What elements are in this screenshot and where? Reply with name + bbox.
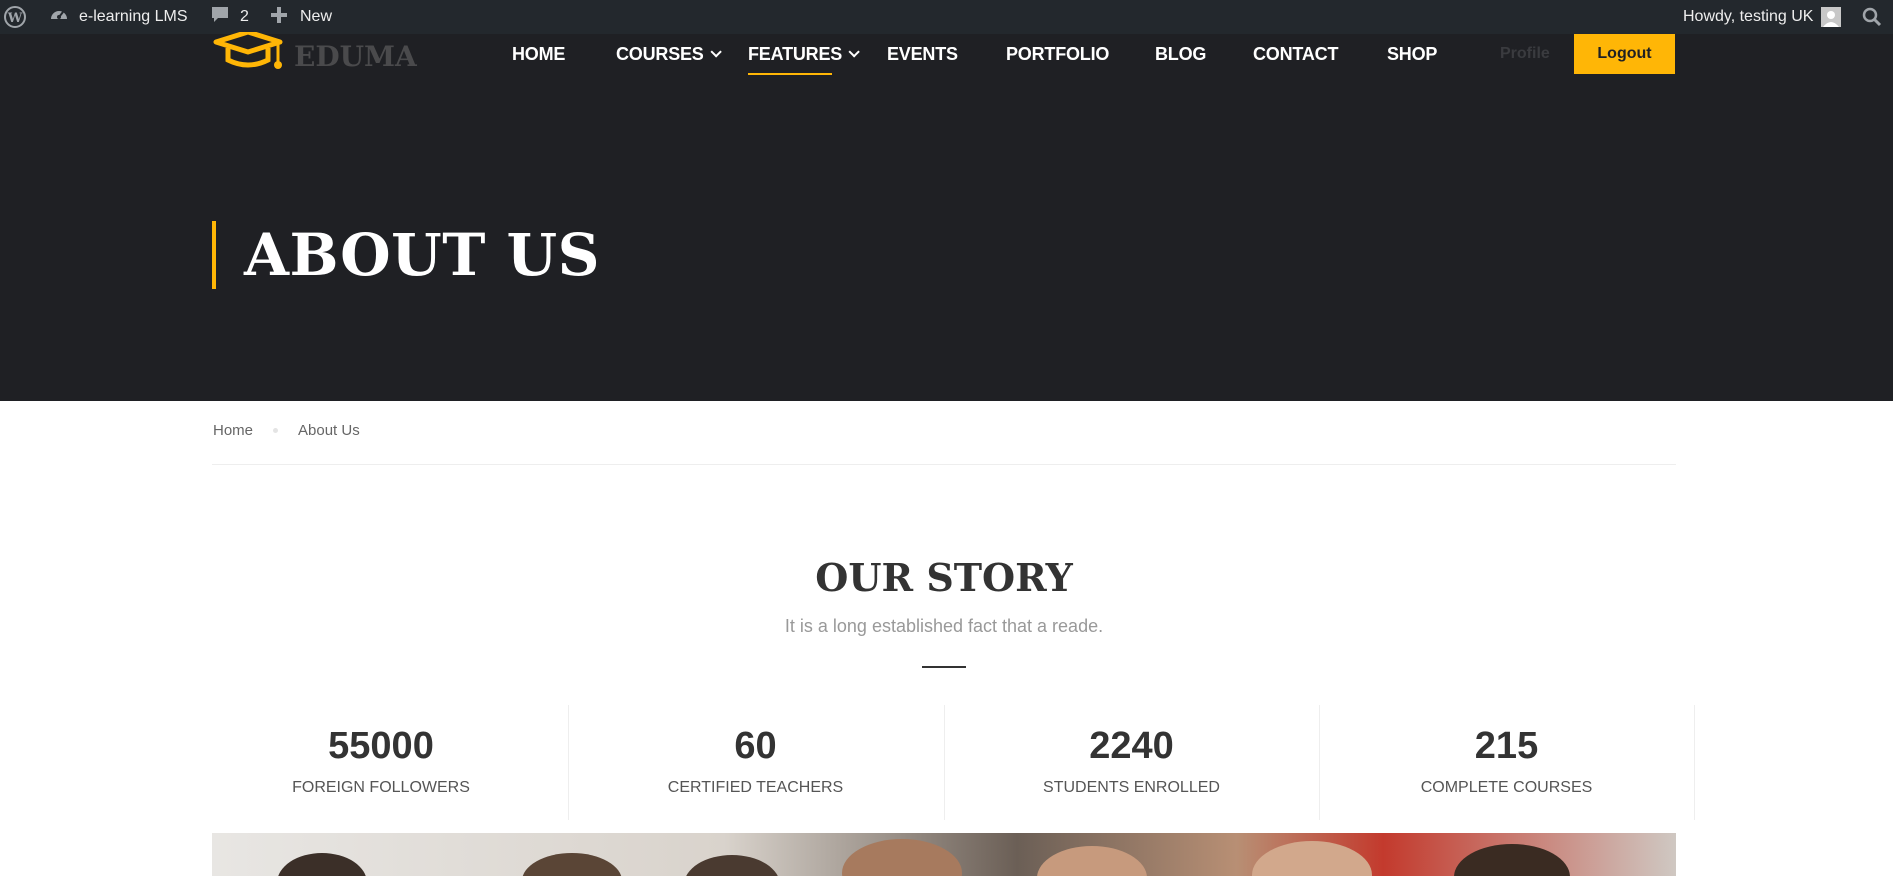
site-name: e-learning LMS [79,8,188,25]
my-account-link[interactable]: Howdy, testing UK [1683,0,1842,34]
nav-label: BLOG [1155,43,1207,64]
active-nav-indicator [748,73,832,75]
page-title: ABOUT US [244,221,601,289]
nav-events[interactable]: EVENTS [887,34,958,74]
site-logo[interactable]: EDUMA [212,29,417,81]
stat-item: 55000 FOREIGN FOLLOWERS [212,705,550,820]
comment-icon [210,5,230,30]
breadcrumb-home-link[interactable]: Home [213,422,253,439]
section-title: OUR STORY [815,555,1073,600]
about-photo [212,833,1676,876]
stat-value: 55000 [328,725,434,767]
greeting: Howdy, testing UK [1683,8,1814,25]
breadcrumb: Home About Us [213,422,360,439]
comments-link[interactable]: 2 [210,0,249,34]
stat-value: 60 [734,725,777,767]
nav-label: CONTACT [1253,43,1339,64]
wordpress-logo-icon[interactable]: W [0,0,30,34]
stat-value: 2240 [1089,725,1174,767]
divider [212,464,1676,465]
nav-home[interactable]: HOME [512,34,565,74]
search-icon[interactable] [1862,0,1882,34]
nav-label: HOME [512,43,566,64]
section-subtitle: It is a long established fact that a rea… [784,616,1104,636]
nav-shop[interactable]: SHOP [1387,34,1437,74]
dashboard-icon [48,4,70,31]
stat-label: STUDENTS ENROLLED [1043,779,1220,796]
page-hero [0,34,1893,401]
comments-count: 2 [240,8,249,25]
logo-text: EDUMA [294,39,417,73]
stat-item: 2240 STUDENTS ENROLLED [944,705,1319,820]
wp-admin-bar: W e-learning LMS 2 New Howdy, testing UK [0,0,1893,34]
graduation-cap-icon [212,29,284,81]
nav-label: COURSES [616,43,704,64]
stat-label: COMPLETE COURSES [1420,779,1593,796]
stat-value: 215 [1474,725,1539,767]
nav-label: SHOP [1387,43,1438,64]
stat-label: CERTIFIED TEACHERS [667,779,844,796]
nav-label: FEATURES [748,43,843,64]
stat-label: FOREIGN FOLLOWERS [292,779,470,796]
stat-item: 60 CERTIFIED TEACHERS [568,705,943,820]
svg-text:W: W [7,11,23,26]
new-label: New [300,8,333,25]
logout-button[interactable]: Logout [1574,34,1675,74]
nav-label: PORTFOLIO [1006,43,1110,64]
title-accent-bar [212,221,216,289]
breadcrumb-current: About Us [298,422,360,439]
avatar [1821,7,1842,27]
nav-blog[interactable]: BLOG [1155,34,1206,74]
nav-contact[interactable]: CONTACT [1253,34,1338,74]
plus-icon [270,6,288,29]
nav-courses[interactable]: COURSES [616,34,722,74]
section-divider [922,666,966,668]
new-content-link[interactable]: New [270,0,332,34]
profile-link[interactable]: Profile [1500,34,1550,74]
nav-features[interactable]: FEATURES [748,34,860,74]
nav-label: EVENTS [887,43,958,64]
site-name-link[interactable]: e-learning LMS [48,0,188,34]
breadcrumb-separator [273,428,279,433]
stat-item: 215 COMPLETE COURSES [1319,705,1694,820]
nav-portfolio[interactable]: PORTFOLIO [1006,34,1109,74]
divider [1694,705,1695,820]
